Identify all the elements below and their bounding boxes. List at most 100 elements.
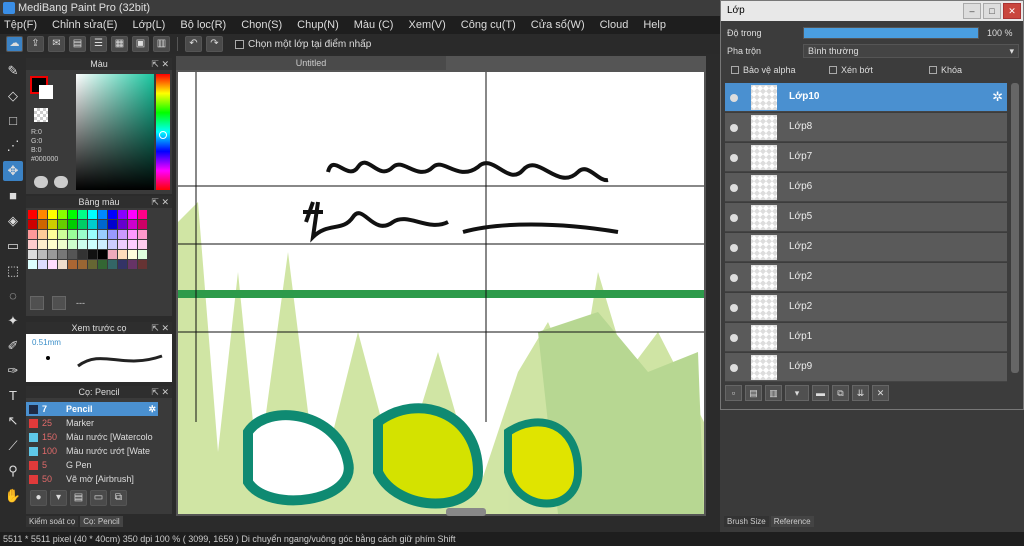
palette-swatch[interactable] — [88, 230, 97, 239]
panel-icon[interactable]: ▣ — [132, 36, 149, 52]
lasso-tool-icon[interactable]: ◌ — [3, 286, 23, 306]
layer-scrollbar[interactable] — [1011, 83, 1019, 373]
eye-icon[interactable] — [730, 214, 738, 222]
brush-menu-icon[interactable]: ▾ — [50, 490, 67, 506]
menu-file[interactable]: Tệp(F) — [4, 19, 37, 31]
menu-window[interactable]: Cửa sổ(W) — [531, 19, 585, 31]
eye-icon[interactable] — [730, 184, 738, 192]
menu-color[interactable]: Màu (C) — [354, 19, 394, 31]
palette-swatch[interactable] — [48, 240, 57, 249]
select-eraser-icon[interactable]: ✑ — [3, 361, 23, 381]
palette-swatch[interactable] — [28, 210, 37, 219]
palette-swatch[interactable] — [108, 250, 117, 259]
opacity-slider[interactable] — [803, 27, 979, 39]
palette-swatch[interactable] — [118, 230, 127, 239]
hue-handle-icon[interactable] — [159, 131, 167, 139]
palette-swatch[interactable] — [78, 220, 87, 229]
palette-swatch[interactable] — [88, 250, 97, 259]
layer-row[interactable]: Lớp7 — [725, 143, 1007, 172]
palette-swatch[interactable] — [38, 260, 47, 269]
palette-swatch[interactable] — [88, 220, 97, 229]
close-icon[interactable]: ⇱ ✕ — [151, 58, 169, 70]
palette-swatch[interactable] — [28, 260, 37, 269]
palette-swatch[interactable] — [118, 260, 127, 269]
brush-item[interactable]: 7 Pencil ✲ — [26, 402, 158, 416]
layer-row[interactable]: Lớp9 — [725, 353, 1007, 382]
eye-icon[interactable] — [730, 124, 738, 132]
palette-swatch[interactable] — [98, 260, 107, 269]
menu-filter[interactable]: Bộ lọc(R) — [180, 19, 226, 31]
canvas[interactable] — [178, 72, 704, 514]
new-1bit-layer-icon[interactable]: ▥ — [765, 385, 782, 401]
palette-swatch[interactable] — [68, 220, 77, 229]
duplicate-icon[interactable]: ⧉ — [110, 490, 127, 506]
select-tool-icon[interactable]: ⬚ — [3, 261, 23, 281]
eye-icon[interactable] — [730, 364, 738, 372]
fill-rect-tool-icon[interactable]: ■ — [3, 186, 23, 206]
palette-swatch[interactable] — [68, 260, 77, 269]
list-icon[interactable]: ☰ — [90, 36, 107, 52]
comment-icon[interactable]: ✉ — [48, 36, 65, 52]
new-swatch-icon[interactable] — [30, 296, 44, 310]
layer-row[interactable]: Lớp2 — [725, 293, 1007, 322]
menu-edit[interactable]: Chỉnh sửa(E) — [52, 19, 117, 31]
menu-cloud[interactable]: Cloud — [600, 19, 629, 31]
palette-swatch[interactable] — [78, 230, 87, 239]
divide-tool-icon[interactable]: ⟋ — [3, 436, 23, 456]
palette-swatch[interactable] — [128, 220, 137, 229]
layer-row[interactable]: Lớp5 — [725, 203, 1007, 232]
palette-swatch[interactable] — [108, 220, 117, 229]
document-tab[interactable]: Untitled — [176, 56, 446, 70]
gear-icon[interactable]: ✲ — [148, 402, 156, 416]
palette-swatch[interactable] — [138, 240, 147, 249]
saturation-value-picker[interactable] — [76, 74, 154, 190]
eye-icon[interactable] — [730, 244, 738, 252]
palette-swatch[interactable] — [48, 210, 57, 219]
palette-swatch[interactable] — [78, 240, 87, 249]
palette-swatch[interactable] — [118, 220, 127, 229]
palette-swatch[interactable] — [108, 260, 117, 269]
menu-layer[interactable]: Lớp(L) — [132, 19, 165, 31]
palette-swatch[interactable] — [128, 240, 137, 249]
palette-swatch[interactable] — [128, 250, 137, 259]
upload-icon[interactable]: ⇪ — [27, 36, 44, 52]
layer-menu-icon[interactable]: ▾ — [785, 385, 809, 401]
horizontal-scrollbar[interactable] — [446, 508, 486, 516]
palette-swatch[interactable] — [48, 220, 57, 229]
brush-item[interactable]: 50 Vẽ mờ [Airbrush] — [26, 472, 158, 486]
eye-icon[interactable] — [730, 274, 738, 282]
hand-tool-icon[interactable]: ✋ — [3, 486, 23, 506]
palette-add-icon[interactable] — [34, 176, 48, 188]
palette-swatch[interactable] — [138, 260, 147, 269]
operation-tool-icon[interactable]: ↖ — [3, 411, 23, 431]
clip-checkbox[interactable] — [829, 66, 837, 74]
layer-row[interactable]: Lớp2 — [725, 233, 1007, 262]
palette-swatch[interactable] — [68, 240, 77, 249]
eraser-tool-icon[interactable]: ◇ — [3, 86, 23, 106]
new-halftone-layer-icon[interactable]: ▤ — [745, 385, 762, 401]
move-tool-icon[interactable]: ✥ — [3, 161, 23, 181]
palette-swatch[interactable] — [138, 230, 147, 239]
palette-swatch[interactable] — [68, 230, 77, 239]
eye-icon[interactable] — [730, 334, 738, 342]
menu-view[interactable]: Xem(V) — [408, 19, 445, 31]
palette-swatch[interactable] — [88, 210, 97, 219]
select-pen-icon[interactable]: ✐ — [3, 336, 23, 356]
close-icon[interactable]: ✕ — [1003, 3, 1021, 19]
eyedropper-icon[interactable]: ⚲ — [3, 461, 23, 481]
palette-swatch[interactable] — [98, 250, 107, 259]
palette-swatch[interactable] — [68, 210, 77, 219]
palette-swatch[interactable] — [28, 240, 37, 249]
palette-swatch[interactable] — [28, 220, 37, 229]
eye-icon[interactable] — [730, 304, 738, 312]
merge-icon[interactable]: ⇊ — [852, 385, 869, 401]
palette-swatch[interactable] — [38, 210, 47, 219]
checkbox-icon[interactable] — [235, 39, 244, 49]
undo-icon[interactable]: ↶ — [185, 36, 202, 52]
magic-wand-icon[interactable]: ✦ — [3, 311, 23, 331]
brush-item[interactable]: 5 G Pen — [26, 458, 158, 472]
layer-row[interactable]: Lớp10 ✲ — [725, 83, 1007, 112]
layer-row[interactable]: Lớp1 — [725, 323, 1007, 352]
folder-icon[interactable]: ▬ — [812, 385, 829, 401]
palette-swatch[interactable] — [128, 230, 137, 239]
